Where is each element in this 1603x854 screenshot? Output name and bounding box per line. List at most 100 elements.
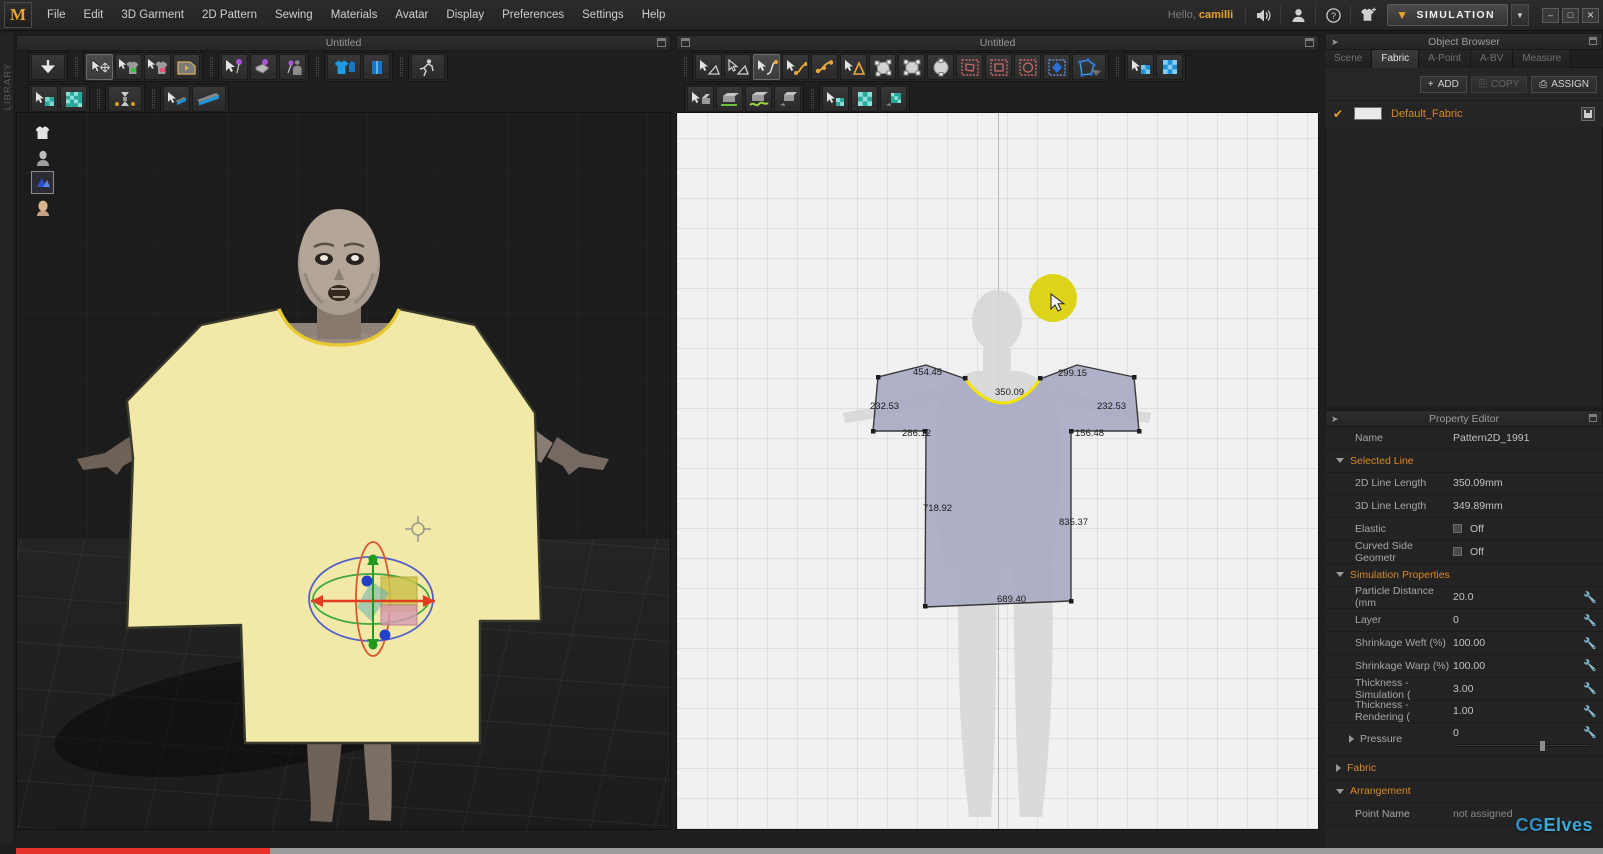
speaker-icon[interactable]	[1250, 2, 1276, 28]
polygon-button[interactable]	[869, 54, 896, 80]
pin-icon[interactable]: ➤	[1331, 414, 1339, 425]
wrench-icon[interactable]: 🔧	[1583, 705, 1597, 718]
inner-rectangle-button[interactable]	[985, 54, 1012, 80]
property-row-curved-side-geometry[interactable]: Curved Side Geometr Off	[1325, 540, 1603, 564]
toolbar-grip[interactable]	[210, 57, 213, 77]
chevron-down-icon[interactable]	[1336, 458, 1344, 464]
polygon-line-button[interactable]	[840, 54, 867, 80]
tab-a-bv[interactable]: A-BV	[1470, 50, 1514, 68]
tack-zip-button[interactable]	[363, 54, 390, 80]
select-texture-button[interactable]	[31, 86, 58, 112]
free-sewing-button[interactable]	[745, 86, 772, 112]
tab-a-point[interactable]: A-Point	[1419, 50, 1471, 68]
property-value[interactable]: 100.00	[1453, 660, 1583, 672]
pattern-button-marker[interactable]	[1029, 274, 1077, 322]
simulate-run-button[interactable]	[411, 54, 445, 80]
property-row-shrinkage-warp[interactable]: Shrinkage Warp (%) 100.00 🔧	[1325, 655, 1603, 678]
property-value[interactable]: 100.00	[1453, 637, 1583, 649]
edit-curvature-button[interactable]	[753, 54, 780, 80]
fabric-color-swatch[interactable]	[1354, 107, 1382, 120]
wrench-icon[interactable]: 🔧	[1583, 682, 1597, 695]
pressure-slider[interactable]	[1453, 741, 1591, 752]
pressure-slider-knob[interactable]	[1539, 741, 1545, 752]
menu-file[interactable]: File	[38, 4, 75, 26]
mode-dropdown-caret-icon[interactable]: ▼	[1511, 4, 1529, 26]
property-label-pressure[interactable]: Pressure	[1325, 725, 1453, 745]
wrench-icon[interactable]: 🔧	[1583, 726, 1597, 739]
tab-scene[interactable]: Scene	[1325, 50, 1373, 68]
viewport-3d[interactable]	[16, 112, 671, 830]
wrench-icon[interactable]: 🔧	[1583, 591, 1597, 604]
help-icon[interactable]: ?	[1320, 2, 1346, 28]
pressure-value[interactable]: 0	[1453, 727, 1459, 739]
select-mesh-button[interactable]	[115, 54, 142, 80]
property-value[interactable]: 0	[1453, 614, 1583, 626]
property-row-3d-line-length[interactable]: 3D Line Length 349.89mm	[1325, 495, 1603, 519]
copy-fabric-button[interactable]: ⎘ COPY	[1470, 76, 1528, 93]
toolbar-grip[interactable]	[684, 57, 687, 77]
minimize-button[interactable]: –	[1542, 7, 1559, 23]
garment-3d-tshirt[interactable]	[17, 113, 671, 830]
dart-button[interactable]	[1043, 54, 1070, 80]
user-icon[interactable]	[1285, 2, 1311, 28]
restore-icon[interactable]	[1589, 414, 1597, 422]
menu-preferences[interactable]: Preferences	[493, 4, 573, 26]
menu-settings[interactable]: Settings	[573, 4, 633, 26]
wrench-icon[interactable]: 🔧	[1583, 637, 1597, 650]
close-button[interactable]: ✕	[1582, 7, 1599, 23]
pin-place-button[interactable]	[250, 54, 277, 80]
section-simulation-properties[interactable]: Simulation Properties	[1325, 564, 1603, 587]
property-value-with-checkbox[interactable]: Off	[1453, 546, 1597, 558]
wrench-icon[interactable]: 🔧	[1583, 614, 1597, 627]
texture-edit-button[interactable]	[60, 86, 87, 112]
avatar-skin-icon[interactable]	[31, 196, 54, 219]
circle-button[interactable]	[927, 54, 954, 80]
menu-3d-garment[interactable]: 3D Garment	[112, 4, 193, 26]
property-row-2d-line-length[interactable]: 2D Line Length 350.09mm	[1325, 473, 1603, 496]
menu-display[interactable]: Display	[437, 4, 493, 26]
pin-select-button[interactable]	[221, 54, 248, 80]
segment-button[interactable]	[811, 54, 838, 80]
select-transform-button[interactable]	[86, 54, 113, 80]
simulation-mode-button[interactable]: ▼ SIMULATION	[1387, 4, 1508, 26]
assign-fabric-button[interactable]: ⎙ ASSIGN	[1531, 76, 1597, 93]
fold-arrange-button[interactable]	[173, 54, 200, 80]
chevron-right-icon[interactable]	[1349, 735, 1354, 744]
edit-pattern-button[interactable]	[695, 54, 722, 80]
sewing-edit-button[interactable]	[774, 86, 801, 112]
restore-icon-right[interactable]	[1305, 38, 1314, 47]
check-icon[interactable]: ✔	[1333, 107, 1345, 121]
maximize-button[interactable]: □	[1562, 7, 1579, 23]
pin-icon[interactable]: ➤	[1331, 37, 1339, 48]
section-fabric[interactable]: Fabric	[1325, 757, 1603, 781]
menu-2d-pattern[interactable]: 2D Pattern	[193, 4, 266, 26]
select-sewing-button[interactable]	[687, 86, 714, 112]
property-value[interactable]: 1.00	[1453, 705, 1583, 717]
curved-side-checkbox[interactable]	[1453, 546, 1462, 556]
property-row-pressure[interactable]: Pressure 0 🔧	[1325, 723, 1603, 758]
menu-materials[interactable]: Materials	[322, 4, 387, 26]
chevron-down-icon[interactable]	[1336, 788, 1344, 794]
chevron-down-icon[interactable]	[1336, 572, 1344, 578]
inner-polygon-button[interactable]	[956, 54, 983, 80]
property-row-thickness-rendering[interactable]: Thickness - Rendering ( 1.00 🔧	[1325, 699, 1603, 723]
button-place-button[interactable]	[192, 86, 226, 112]
select-pattern-texture-button[interactable]	[822, 86, 849, 112]
property-row-thickness-simulation[interactable]: Thickness - Simulation ( 3.00 🔧	[1325, 677, 1603, 701]
pressure-control[interactable]: 0 🔧	[1453, 725, 1597, 752]
garment-add-icon[interactable]	[1355, 2, 1381, 28]
pattern-texture-button[interactable]	[851, 86, 878, 112]
tab-fabric[interactable]: Fabric	[1372, 50, 1420, 68]
trace-button[interactable]	[1072, 54, 1106, 80]
edit-curve-point-button[interactable]	[724, 54, 751, 80]
skin-offset-icon[interactable]	[31, 171, 54, 194]
property-row-particle-distance[interactable]: Particle Distance (mm 20.0 🔧	[1325, 585, 1603, 609]
menu-sewing[interactable]: Sewing	[266, 4, 322, 26]
select-button-holder-button[interactable]	[163, 86, 190, 112]
select-texture-2d-button[interactable]	[1127, 54, 1154, 80]
toolbar-grip[interactable]	[811, 89, 814, 109]
segment-sewing-button[interactable]	[716, 86, 743, 112]
pin-avatar-button[interactable]	[279, 54, 306, 80]
viewport-2d[interactable]: 454.45 299.15 350.09 232.53 232.53 286.1…	[676, 112, 1319, 830]
section-arrangement[interactable]: Arrangement	[1325, 780, 1603, 803]
